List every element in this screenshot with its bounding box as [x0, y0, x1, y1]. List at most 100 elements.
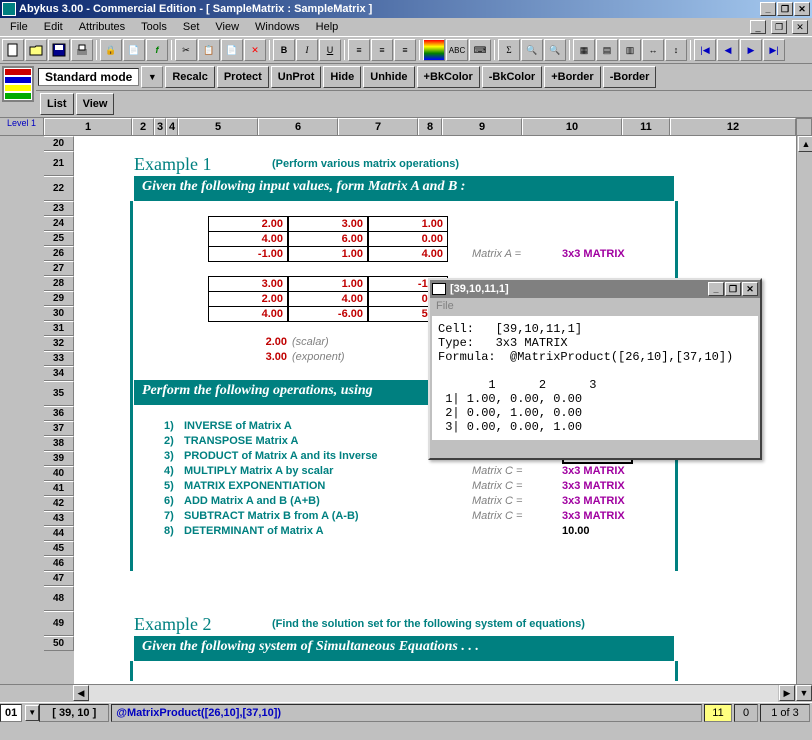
popup-close-button[interactable]: ✕ [742, 282, 758, 296]
align-left-icon[interactable]: ≡ [348, 39, 370, 61]
mdi-maximize-button[interactable]: ❐ [771, 20, 787, 34]
prev-icon[interactable]: ◀ [717, 39, 739, 61]
first-icon[interactable]: |◀ [694, 39, 716, 61]
col-5[interactable]: 5 [178, 118, 258, 135]
collapse-icon[interactable]: ↕ [665, 39, 687, 61]
popup-maximize-button[interactable]: ❐ [725, 282, 741, 296]
menu-help[interactable]: Help [310, 20, 345, 34]
print-icon[interactable] [71, 39, 93, 61]
row-36[interactable]: 36 [44, 406, 74, 421]
col-4[interactable]: 4 [166, 118, 178, 135]
sheet-dropdown-icon[interactable]: ▼ [25, 705, 39, 721]
matrix-a-cell[interactable]: -1.00 [208, 246, 288, 262]
protect-button[interactable]: Protect [217, 66, 269, 88]
matrix-a-cell[interactable]: 0.00 [368, 231, 448, 247]
row-40[interactable]: 40 [44, 466, 74, 481]
menu-attributes[interactable]: Attributes [73, 20, 131, 34]
minimize-button[interactable]: _ [760, 2, 776, 16]
recalc-button[interactable]: Recalc [165, 66, 214, 88]
view2-icon[interactable]: ▤ [596, 39, 618, 61]
row-32[interactable]: 32 [44, 336, 74, 351]
row-49[interactable]: 49 [44, 611, 74, 636]
matrix-a-value[interactable]: 3x3 MATRIX [562, 248, 625, 260]
col-8[interactable]: 8 [418, 118, 442, 135]
result-value[interactable]: 10.00 [562, 525, 590, 537]
popup-menu-file[interactable]: File [430, 298, 760, 314]
next-icon[interactable]: ▶ [740, 39, 762, 61]
row-43[interactable]: 43 [44, 511, 74, 526]
col-3[interactable]: 3 [154, 118, 166, 135]
save-icon[interactable] [48, 39, 70, 61]
font-icon[interactable]: ⌨ [469, 39, 491, 61]
doc-icon[interactable]: 📄 [123, 39, 145, 61]
menu-tools[interactable]: Tools [135, 20, 173, 34]
row-42[interactable]: 42 [44, 496, 74, 511]
lock-icon[interactable]: 🔒 [100, 39, 122, 61]
cut-icon[interactable]: ✂ [175, 39, 197, 61]
close-button[interactable]: ✕ [794, 2, 810, 16]
row-48[interactable]: 48 [44, 586, 74, 611]
row-21[interactable]: 21 [44, 151, 74, 176]
menu-edit[interactable]: Edit [38, 20, 69, 34]
unhide-button[interactable]: Unhide [363, 66, 414, 88]
matrix-b-cell[interactable]: 4.00 [288, 291, 368, 307]
popup-minimize-button[interactable]: _ [708, 282, 724, 296]
cell-inspector-popup[interactable]: [39,10,11,1] _ ❐ ✕ File Cell: [39,10,11,… [428, 278, 762, 460]
row-41[interactable]: 41 [44, 481, 74, 496]
row-47[interactable]: 47 [44, 571, 74, 586]
row-27[interactable]: 27 [44, 261, 74, 276]
italic-icon[interactable]: I [296, 39, 318, 61]
result-value[interactable]: 3x3 MATRIX [562, 495, 625, 507]
bold-icon[interactable]: B [273, 39, 295, 61]
delete-icon[interactable]: ✕ [244, 39, 266, 61]
row-29[interactable]: 29 [44, 291, 74, 306]
row-39[interactable]: 39 [44, 451, 74, 466]
maximize-button[interactable]: ❐ [777, 2, 793, 16]
mdi-minimize-button[interactable]: _ [750, 20, 766, 34]
col-10[interactable]: 10 [522, 118, 622, 135]
matrix-a-cell[interactable]: 4.00 [368, 246, 448, 262]
row-22[interactable]: 22 [44, 176, 74, 201]
scroll-up-icon[interactable]: ▲ [798, 136, 812, 152]
row-26[interactable]: 26 [44, 246, 74, 261]
mdi-close-button[interactable]: ✕ [792, 20, 808, 34]
row-46[interactable]: 46 [44, 556, 74, 571]
align-right-icon[interactable]: ≡ [394, 39, 416, 61]
highlight-icon[interactable]: ABC [446, 39, 468, 61]
row-37[interactable]: 37 [44, 421, 74, 436]
row-30[interactable]: 30 [44, 306, 74, 321]
exponent-value[interactable]: 3.00 [239, 351, 287, 363]
expand-icon[interactable]: ↔ [642, 39, 664, 61]
row-28[interactable]: 28 [44, 276, 74, 291]
border-remove-button[interactable]: -Border [603, 66, 657, 88]
row-50[interactable]: 50 [44, 636, 74, 651]
menu-set[interactable]: Set [177, 20, 206, 34]
bkcolor-add-button[interactable]: +BkColor [417, 66, 480, 88]
matrix-a-cell[interactable]: 1.00 [368, 216, 448, 232]
horizontal-scrollbar[interactable] [89, 685, 778, 702]
unprot-button[interactable]: UnProt [271, 66, 322, 88]
matrix-a-cell[interactable]: 2.00 [208, 216, 288, 232]
row-35[interactable]: 35 [44, 381, 74, 406]
last-icon[interactable]: ▶| [763, 39, 785, 61]
col-2[interactable]: 2 [132, 118, 154, 135]
matrix-a-cell[interactable]: 3.00 [288, 216, 368, 232]
row-25[interactable]: 25 [44, 231, 74, 246]
status-sheet[interactable]: 01 [0, 704, 22, 722]
scroll-left-icon[interactable]: ◀ [73, 685, 89, 701]
open-icon[interactable] [25, 39, 47, 61]
col-11[interactable]: 11 [622, 118, 670, 135]
row-20[interactable]: 20 [44, 136, 74, 151]
underline-icon[interactable]: U [319, 39, 341, 61]
menu-windows[interactable]: Windows [249, 20, 306, 34]
menu-file[interactable]: File [4, 20, 34, 34]
matrix-a-cell[interactable]: 1.00 [288, 246, 368, 262]
matrix-b-cell[interactable]: 4.00 [208, 306, 288, 322]
col-12[interactable]: 12 [670, 118, 796, 135]
scroll-right-icon[interactable]: ▶ [779, 685, 795, 701]
col-7[interactable]: 7 [338, 118, 418, 135]
copy-icon[interactable]: 📋 [198, 39, 220, 61]
result-value[interactable]: 3x3 MATRIX [562, 510, 625, 522]
hide-button[interactable]: Hide [323, 66, 361, 88]
col-9[interactable]: 9 [442, 118, 522, 135]
